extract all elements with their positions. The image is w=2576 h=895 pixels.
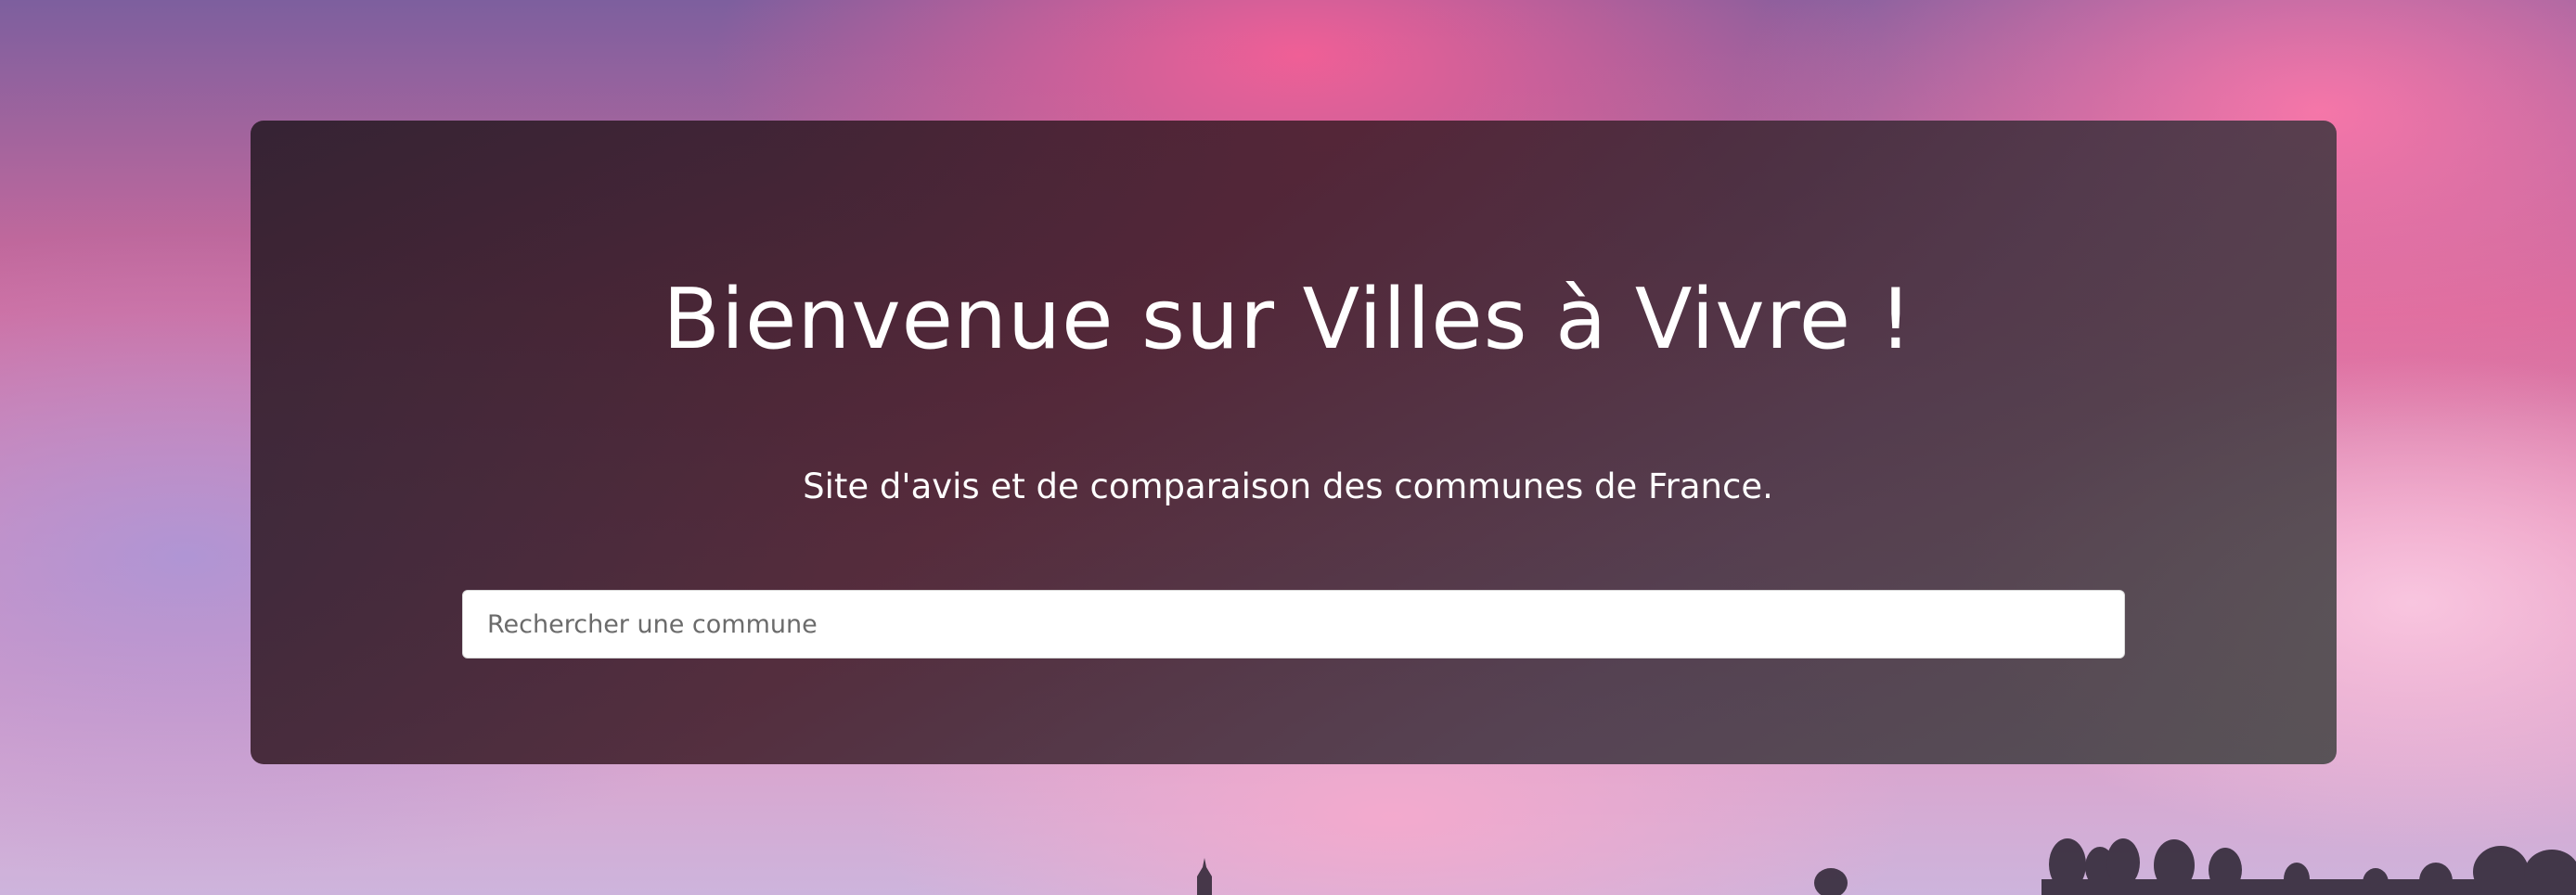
hero-card (251, 121, 2337, 764)
page-subtitle: Site d'avis et de comparaison des commun… (803, 467, 1773, 506)
page-title: Bienvenue sur Villes à Vivre ! (663, 271, 1913, 368)
search-input[interactable] (462, 590, 2125, 658)
